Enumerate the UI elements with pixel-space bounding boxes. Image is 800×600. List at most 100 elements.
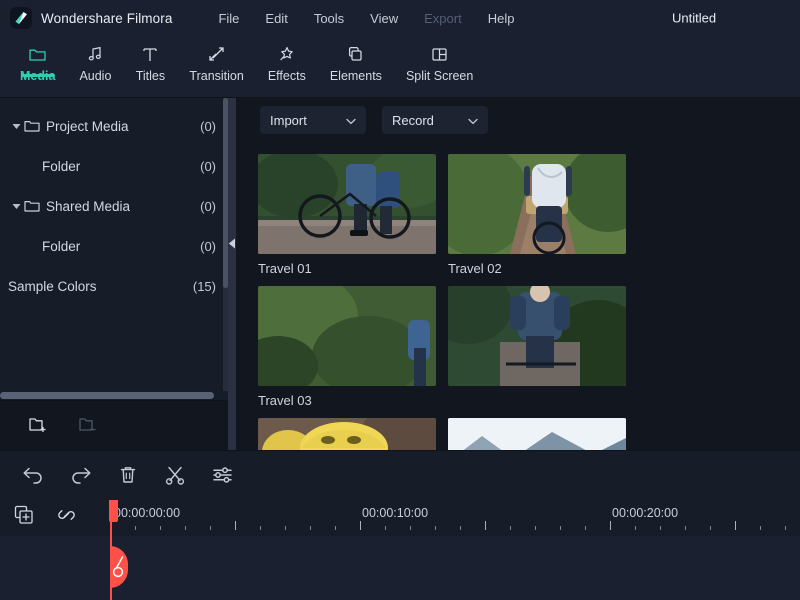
ruler-time-label: 00:00:20:00 xyxy=(612,505,679,520)
record-label: Record xyxy=(392,112,434,128)
media-item-label: Travel 02 xyxy=(448,261,502,276)
media-tree: Project Media (0) Folder (0) Shared Medi… xyxy=(0,98,228,400)
timeline-playhead[interactable] xyxy=(109,499,128,600)
tree-item-shared-media[interactable]: Shared Media (0) xyxy=(0,186,228,226)
media-toolbar: Import Record Search xyxy=(236,98,800,142)
ruler-minor-tick xyxy=(160,525,161,530)
thumbnail-image xyxy=(258,286,436,386)
ruler-minor-tick xyxy=(210,525,211,530)
ruler-minor-tick xyxy=(510,525,511,530)
add-track-icon[interactable] xyxy=(14,505,34,530)
ruler-minor-tick xyxy=(760,525,761,530)
thumbnail-image xyxy=(258,418,436,450)
timeline-left-buttons xyxy=(0,500,110,536)
tree-item-project-media[interactable]: Project Media (0) xyxy=(0,106,228,146)
record-dropdown[interactable]: Record xyxy=(382,106,488,134)
tree-item-count: (0) xyxy=(200,118,216,134)
tree-item-label: Folder xyxy=(42,158,81,174)
ruler-minor-tick xyxy=(185,525,186,530)
menu-item-file[interactable]: File xyxy=(218,11,239,26)
ruler-time-label: 00:00:00:00 xyxy=(114,505,181,520)
media-item[interactable]: Travel 03 xyxy=(258,286,436,408)
menu-item-help[interactable]: Help xyxy=(488,11,515,26)
music-note-icon xyxy=(87,43,104,65)
ruler-minor-tick xyxy=(585,525,586,530)
playhead-top-marker xyxy=(109,499,118,522)
ruler-minor-tick xyxy=(335,525,336,530)
timeline-toolbar xyxy=(0,449,800,500)
menu-item-edit[interactable]: Edit xyxy=(265,11,287,26)
scrollbar-thumb[interactable] xyxy=(0,391,214,399)
media-item[interactable]: Travel 02 xyxy=(448,154,626,276)
collapse-left-arrow-icon[interactable] xyxy=(227,226,237,260)
tab-label: Split Screen xyxy=(405,69,474,83)
tab-elements[interactable]: Elements xyxy=(318,36,394,83)
scissors-split-icon[interactable] xyxy=(164,465,186,485)
app-logo-group[interactable]: Wondershare Filmora xyxy=(0,7,172,29)
thumbnail-image xyxy=(448,154,626,254)
timeline-ruler-row: 00:00:00:00 00:00:10:00 00:00:20:00 xyxy=(0,500,800,536)
caret-down-icon[interactable] xyxy=(8,203,24,210)
caret-down-icon[interactable] xyxy=(8,123,24,130)
tree-item-label: Project Media xyxy=(46,118,129,134)
folder-icon xyxy=(24,119,46,133)
menu-item-list: File Edit Tools View Export Help xyxy=(218,11,514,26)
filmora-window: Wondershare Filmora File Edit Tools View… xyxy=(0,0,800,600)
link-chain-icon[interactable] xyxy=(56,506,77,529)
tab-titles[interactable]: Titles xyxy=(123,36,177,83)
timeline-panel: 00:00:00:0000:00:10:0000:00:20:00 1 xyxy=(0,499,800,600)
document-title: Untitled xyxy=(672,10,717,26)
panel-divider[interactable] xyxy=(228,98,236,450)
tree-item-label: Sample Colors xyxy=(8,278,97,294)
thumbnail-image xyxy=(258,154,436,254)
ruler-major-tick xyxy=(360,520,361,530)
undo-icon[interactable] xyxy=(22,466,44,484)
filmora-logo-icon xyxy=(10,7,32,29)
folder-icon xyxy=(29,43,46,65)
media-item[interactable] xyxy=(448,418,626,450)
layers-copy-icon xyxy=(347,43,364,65)
tab-split-screen[interactable]: Split Screen xyxy=(394,36,485,83)
ruler-minor-tick xyxy=(285,525,286,530)
timeline-ruler[interactable]: 00:00:00:00 00:00:10:00 00:00:20:00 xyxy=(110,500,800,536)
menu-bar: Wondershare Filmora File Edit Tools View… xyxy=(0,0,800,36)
adjust-sliders-icon[interactable] xyxy=(212,466,234,484)
tree-item-label: Folder xyxy=(42,238,81,254)
ruler-major-tick xyxy=(735,520,736,530)
split-screen-icon xyxy=(431,43,448,65)
menu-item-view[interactable]: View xyxy=(370,11,398,26)
tab-label: Titles xyxy=(135,69,166,83)
tree-item-sample-colors[interactable]: Sample Colors (15) xyxy=(0,266,228,306)
thumbnail-image xyxy=(448,286,626,386)
media-item[interactable]: Travel 01 xyxy=(258,154,436,276)
media-item[interactable] xyxy=(258,418,436,450)
ruler-time-label: 00:00:10:00 xyxy=(362,505,429,520)
sidebar-horizontal-scrollbar[interactable] xyxy=(0,390,228,400)
ruler-minor-tick xyxy=(460,525,461,530)
main-tab-bar: Media Audio Titles Transition xyxy=(0,36,800,98)
ruler-minor-tick xyxy=(310,525,311,530)
ruler-minor-tick xyxy=(535,525,536,530)
tree-item-count: (15) xyxy=(192,278,216,294)
media-item[interactable] xyxy=(448,286,626,408)
folder-icon xyxy=(24,199,46,213)
tab-transition[interactable]: Transition xyxy=(177,36,255,83)
tab-label: Transition xyxy=(189,69,244,83)
ruler-minor-tick xyxy=(410,525,411,530)
import-dropdown[interactable]: Import xyxy=(260,106,366,134)
ruler-major-tick xyxy=(235,520,236,530)
media-thumbnail-grid: Travel 01 Travel 02 Travel 03 xyxy=(236,142,800,450)
sparkle-star-icon xyxy=(278,43,295,65)
trash-icon[interactable] xyxy=(118,465,138,485)
ruler-minor-tick xyxy=(135,525,136,530)
tab-audio[interactable]: Audio xyxy=(67,36,123,83)
tab-label: Audio xyxy=(79,69,112,83)
redo-icon[interactable] xyxy=(70,466,92,484)
tree-item-project-folder[interactable]: Folder (0) xyxy=(0,146,228,186)
new-folder-icon[interactable] xyxy=(28,416,48,434)
tab-media[interactable]: Media xyxy=(8,36,67,83)
tab-effects[interactable]: Effects xyxy=(256,36,318,83)
menu-item-tools[interactable]: Tools xyxy=(314,11,344,26)
tree-item-shared-folder[interactable]: Folder (0) xyxy=(0,226,228,266)
tab-label: Elements xyxy=(329,69,382,83)
